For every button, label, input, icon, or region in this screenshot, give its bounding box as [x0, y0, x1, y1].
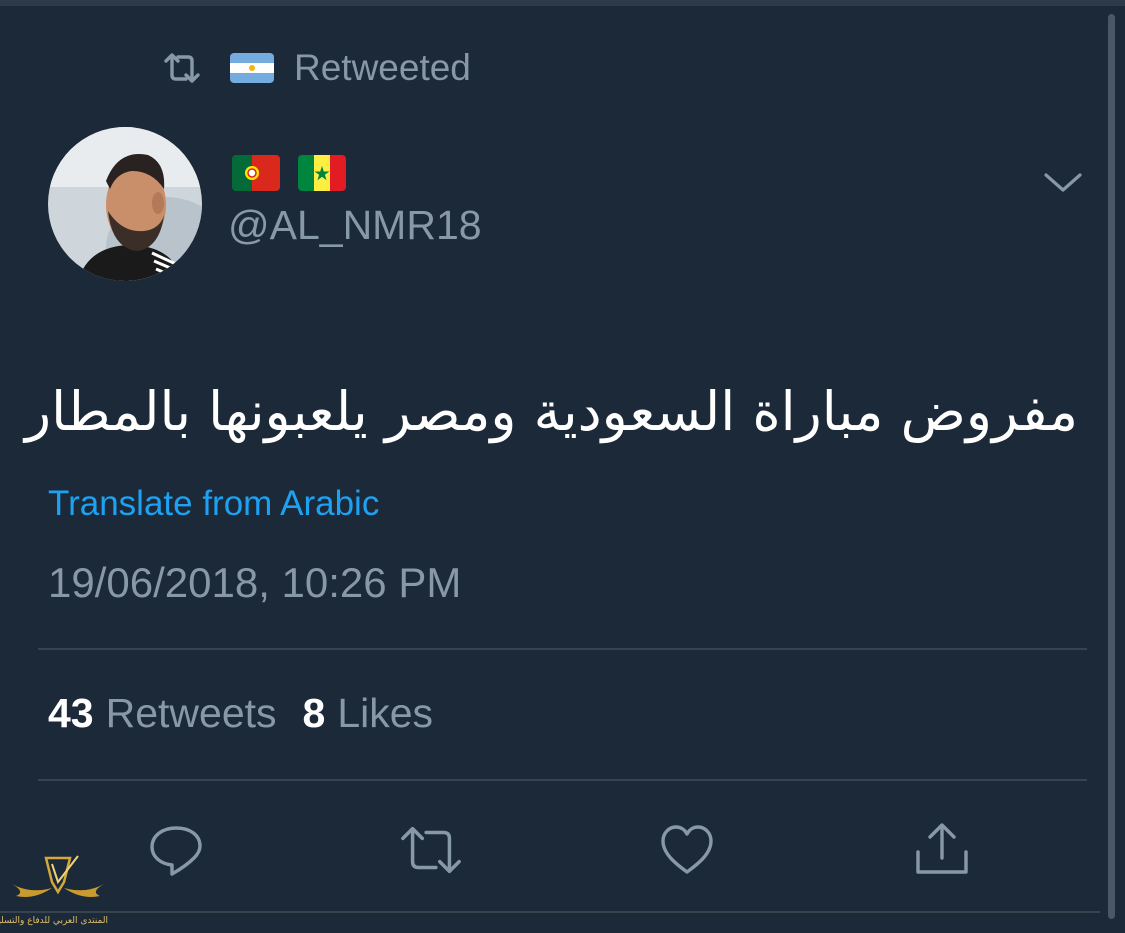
retweets-count[interactable]: 43: [48, 690, 94, 737]
avatar[interactable]: [48, 127, 202, 281]
senegal-flag-icon: [298, 155, 346, 191]
retweeted-label: Retweeted: [294, 47, 471, 88]
retweet-context: Retweeted: [160, 46, 471, 90]
tweet-stats: 43 Retweets 8 Likes: [48, 690, 459, 737]
tweet-text: مفروض مباراة السعودية ومصر يلعبونها بالم…: [25, 380, 1078, 443]
likes-label[interactable]: Likes: [337, 690, 433, 737]
divider: [0, 911, 1100, 913]
retweet-icon: [160, 46, 204, 90]
share-icon[interactable]: [910, 818, 974, 882]
retweet-action-icon[interactable]: [399, 818, 463, 882]
user-handle[interactable]: @AL_NMR18: [228, 202, 482, 249]
reply-icon[interactable]: [144, 818, 208, 882]
top-border: [0, 0, 1125, 6]
portugal-flag-icon: [232, 155, 280, 191]
scrollbar[interactable]: [1108, 14, 1115, 919]
chevron-down-icon[interactable]: [1040, 163, 1086, 199]
translate-link[interactable]: Translate from Arabic: [48, 484, 379, 524]
display-name-flags: [232, 155, 346, 191]
retweets-label[interactable]: Retweets: [106, 690, 277, 737]
likes-count[interactable]: 8: [303, 690, 326, 737]
watermark-logo: المنتدى العربي للدفاع والتسليح: [0, 852, 108, 930]
divider: [38, 779, 1087, 781]
watermark-text: المنتدى العربي للدفاع والتسليح: [0, 916, 108, 926]
tweet-timestamp: 19/06/2018, 10:26 PM: [48, 559, 462, 606]
divider: [38, 648, 1087, 650]
like-icon[interactable]: [655, 818, 719, 882]
argentina-flag-icon: [230, 53, 274, 83]
